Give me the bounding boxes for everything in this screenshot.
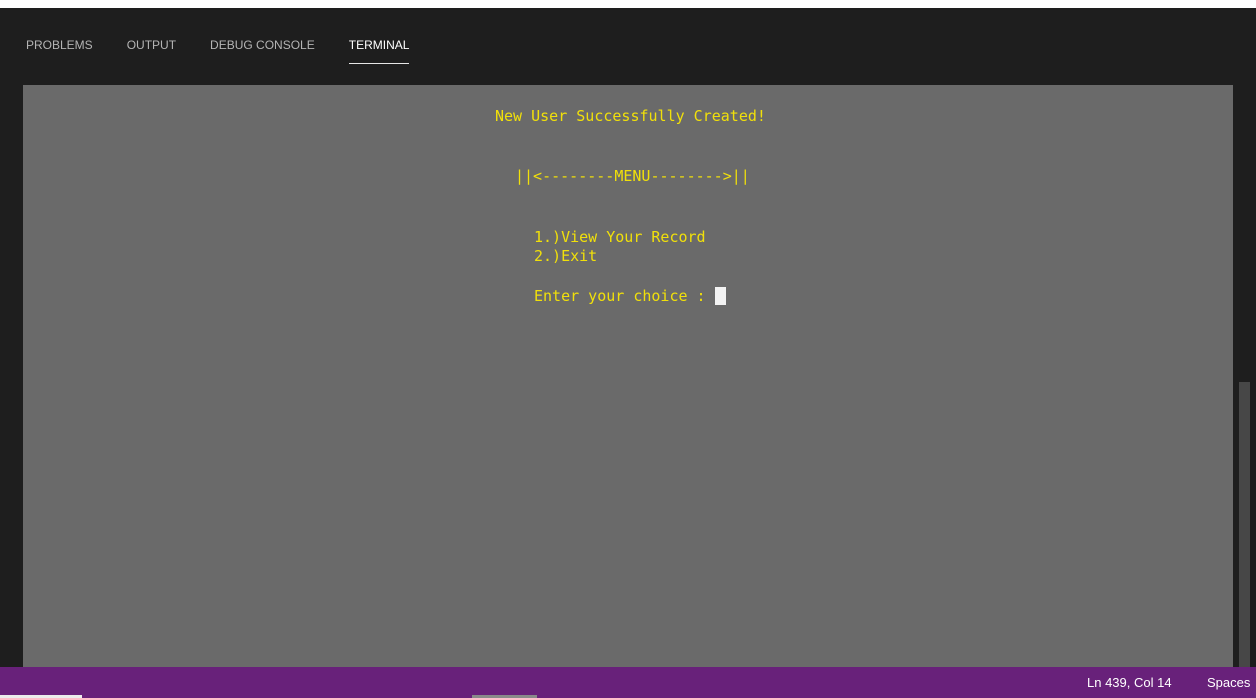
terminal-output[interactable]: New User Successfully Created! ||<------… xyxy=(23,85,1233,667)
terminal-prompt-text: Enter your choice : xyxy=(534,287,715,305)
tab-terminal[interactable]: TERMINAL xyxy=(348,36,410,64)
tab-debug-console[interactable]: DEBUG CONSOLE xyxy=(210,36,315,63)
terminal-line-option-2: 2.)Exit xyxy=(534,247,598,265)
status-indentation[interactable]: Spaces xyxy=(1207,675,1250,690)
tab-output[interactable]: OUTPUT xyxy=(127,36,176,63)
terminal-line-menu-header: ||<--------MENU-------->|| xyxy=(515,167,750,185)
terminal-scrollbar[interactable] xyxy=(1239,382,1250,667)
status-cursor-position[interactable]: Ln 439, Col 14 xyxy=(1087,675,1172,690)
status-bar: Ln 439, Col 14 Spaces xyxy=(0,667,1256,698)
terminal-line-success: New User Successfully Created! xyxy=(495,107,766,125)
window-top-strip xyxy=(0,0,1256,8)
text-cursor xyxy=(714,287,726,305)
terminal-line-option-1: 1.)View Your Record xyxy=(534,228,706,246)
panel-tabs: PROBLEMS OUTPUT DEBUG CONSOLE TERMINAL xyxy=(26,36,443,66)
terminal-prompt-line: Enter your choice : xyxy=(534,287,726,305)
tab-problems[interactable]: PROBLEMS xyxy=(26,36,93,63)
